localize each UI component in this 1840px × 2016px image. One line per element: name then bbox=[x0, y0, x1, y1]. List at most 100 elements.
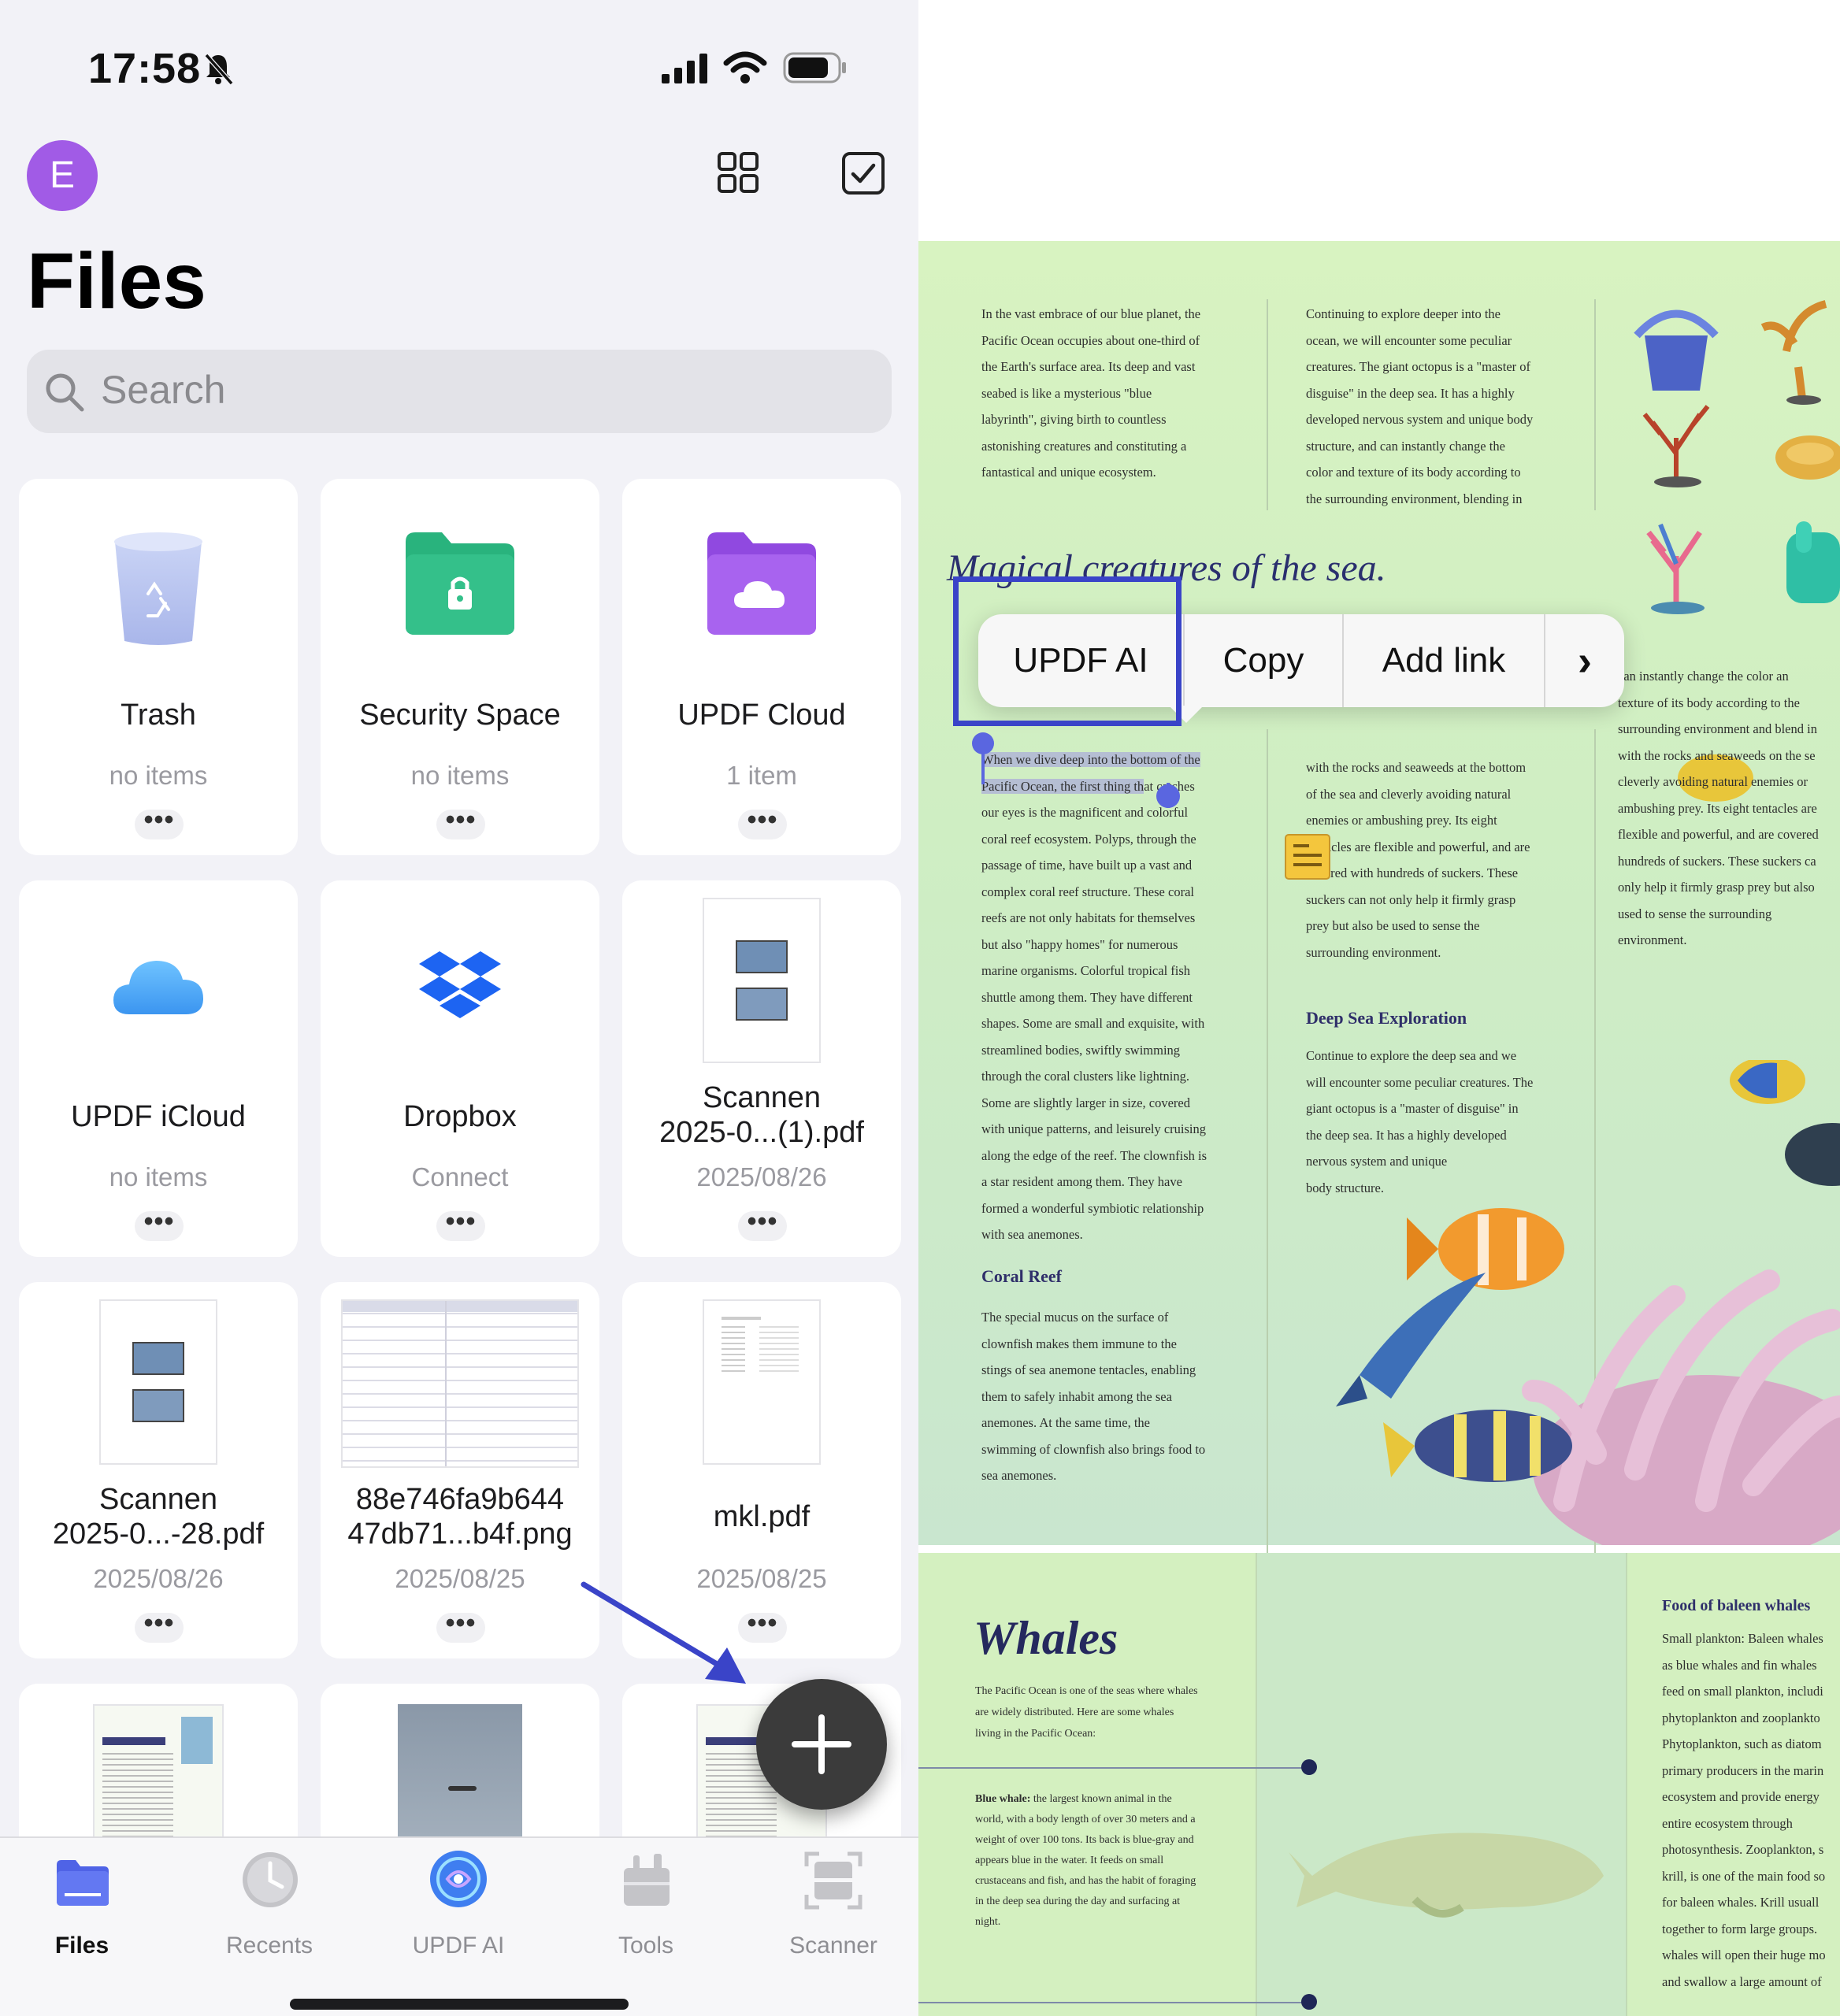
trash-icon bbox=[114, 532, 202, 645]
more-button[interactable]: ••• bbox=[135, 806, 184, 839]
cloud-folder-icon bbox=[707, 532, 816, 635]
file-card-trash[interactable]: Trash no items ••• bbox=[19, 479, 298, 855]
file-card-updf-cloud[interactable]: UPDF Cloud 1 item ••• bbox=[622, 479, 901, 855]
updf-ai-icon bbox=[430, 1851, 487, 1907]
more-button[interactable]: ••• bbox=[436, 806, 485, 839]
anemone-blue bbox=[1634, 309, 1719, 391]
file-card-dropbox[interactable]: Dropbox Connect ••• bbox=[321, 880, 599, 1257]
wifi-icon bbox=[723, 51, 767, 83]
battery-icon bbox=[783, 52, 846, 83]
pdf-page-1: In the vast embrace of our blue planet, … bbox=[918, 241, 1840, 1736]
select-checkbox-icon[interactable] bbox=[841, 151, 885, 195]
pdf-thumbnail bbox=[99, 1299, 217, 1465]
bell-muted-icon bbox=[204, 54, 234, 85]
whales-intro-text: The Pacific Ocean is one of the seas whe… bbox=[975, 1685, 1198, 1740]
more-button[interactable]: ••• bbox=[738, 1208, 787, 1241]
fish-orange bbox=[1407, 1208, 1564, 1290]
file-card-updf-icloud[interactable]: UPDF iCloud no items ••• bbox=[19, 880, 298, 1257]
coral-reef-heading: Coral Reef bbox=[981, 1266, 1063, 1286]
locked-folder-icon bbox=[406, 532, 514, 635]
card-subtitle: 1 item bbox=[726, 761, 797, 790]
selection-handle-start[interactable] bbox=[972, 732, 994, 754]
file-card-scan-1[interactable]: Scannen 2025-0...(1).pdf 2025/08/26 ••• bbox=[622, 880, 901, 1257]
col1-main-text: When we dive deep into the bottom of the… bbox=[981, 752, 1208, 1242]
grid-view-icon[interactable] bbox=[717, 151, 759, 194]
col3-main-text: can instantly change the color an texture… bbox=[1618, 669, 1819, 947]
file-card-png[interactable]: 88e746fa9b644 47db71...b4f.png 2025/08/2… bbox=[321, 1282, 599, 1658]
card-subtitle: 2025/08/25 bbox=[395, 1564, 525, 1593]
whales-title: Whales bbox=[974, 1612, 1118, 1664]
card-title-line2: 2025-0...-28.pdf bbox=[52, 1518, 265, 1551]
card-title: mkl.pdf bbox=[713, 1500, 811, 1533]
sticky-note-icon[interactable] bbox=[1284, 833, 1331, 880]
avatar[interactable]: E bbox=[27, 140, 98, 211]
tab-recents[interactable]: Recents bbox=[191, 1838, 348, 1996]
tab-label: Tools bbox=[618, 1933, 674, 1959]
pdf-page-2: Whales The Pacific Ocean is one of the s… bbox=[918, 1553, 1840, 2016]
selected-text: Pacific Ocean, the first thing th bbox=[981, 778, 1144, 794]
search-input[interactable]: Search bbox=[27, 350, 892, 433]
search-placeholder: Search bbox=[101, 368, 226, 412]
more-button[interactable]: ••• bbox=[436, 1610, 485, 1643]
coral-teal bbox=[1786, 521, 1840, 603]
coral-yellow bbox=[1775, 435, 1840, 480]
context-copy-button[interactable]: Copy bbox=[1185, 614, 1342, 707]
folder-icon bbox=[57, 1860, 109, 1906]
card-subtitle: 2025/08/26 bbox=[93, 1564, 224, 1593]
card-title: Dropbox bbox=[403, 1100, 517, 1133]
fish-yellow-blue bbox=[1730, 1060, 1805, 1104]
col1-top-text: In the vast embrace of our blue planet, … bbox=[981, 306, 1201, 480]
tab-bar: Files Recents UPDF AI Tools Scanner bbox=[0, 1836, 918, 2016]
tab-label: Scanner bbox=[789, 1933, 877, 1959]
reef-fish-illustration bbox=[1336, 1060, 1840, 1545]
tab-label: Files bbox=[54, 1933, 109, 1959]
tab-label: Recents bbox=[225, 1933, 313, 1959]
pdf-thumbnail bbox=[703, 1299, 821, 1465]
coral-orange bbox=[1760, 300, 1827, 405]
arrow-annotation-icon bbox=[581, 1581, 746, 1684]
card-title: Trash bbox=[121, 699, 196, 732]
card-title-line2: 2025-0...(1).pdf bbox=[659, 1116, 864, 1149]
card-subtitle: no items bbox=[410, 761, 510, 790]
card-title-line1: Scannen bbox=[702, 1081, 821, 1114]
search-icon bbox=[46, 373, 84, 412]
fish-dark bbox=[1785, 1123, 1840, 1186]
status-time: 17:58 bbox=[88, 45, 202, 92]
blue-whale-text: Blue whale: the largest known animal in … bbox=[975, 1793, 1196, 1928]
pink-coral bbox=[1522, 1269, 1840, 1545]
tab-label: UPDF AI bbox=[412, 1933, 505, 1959]
card-title-line1: Scannen bbox=[98, 1483, 217, 1516]
context-more-button[interactable]: › bbox=[1545, 614, 1624, 707]
card-title: UPDF Cloud bbox=[677, 699, 846, 732]
baleen-heading: Food of baleen whales bbox=[1662, 1597, 1811, 1614]
selection-caret bbox=[1167, 783, 1170, 808]
context-add-link-button[interactable]: Add link bbox=[1344, 614, 1544, 707]
more-button[interactable]: ••• bbox=[436, 1208, 485, 1241]
signal-icon bbox=[662, 54, 707, 83]
files-app: 17:58 E Files Search Trash no items ••• … bbox=[0, 0, 918, 2016]
add-button[interactable] bbox=[756, 1679, 887, 1810]
tab-tools[interactable]: Tools bbox=[567, 1838, 725, 1996]
whale-illustration bbox=[1289, 1833, 1604, 1918]
pdf-reader: In the vast embrace of our blue planet, … bbox=[918, 0, 1840, 2016]
pdf-thumbnail bbox=[703, 898, 821, 1063]
page-title: Files bbox=[27, 237, 206, 325]
more-button[interactable]: ••• bbox=[135, 1610, 184, 1643]
scanner-icon bbox=[804, 1851, 862, 1910]
coral-pink bbox=[1646, 523, 1705, 614]
tab-files[interactable]: Files bbox=[3, 1838, 161, 1996]
more-button[interactable]: ••• bbox=[135, 1208, 184, 1241]
card-title: UPDF iCloud bbox=[71, 1100, 246, 1133]
file-card-scan-2[interactable]: Scannen 2025-0...-28.pdf 2025/08/26 ••• bbox=[19, 1282, 298, 1658]
tab-updf-ai[interactable]: UPDF AI bbox=[380, 1838, 537, 1996]
selection-caret bbox=[981, 753, 985, 784]
card-title: Security Space bbox=[359, 699, 561, 732]
dropbox-icon bbox=[419, 951, 501, 1018]
card-title-line2: 47db71...b4f.png bbox=[347, 1518, 573, 1551]
fish-striped bbox=[1383, 1410, 1572, 1482]
card-title-line1: 88e746fa9b644 bbox=[355, 1483, 565, 1516]
more-button[interactable]: ••• bbox=[738, 806, 787, 839]
tab-scanner[interactable]: Scanner bbox=[755, 1838, 912, 1996]
card-subtitle: Connect bbox=[411, 1162, 509, 1191]
file-card-security-space[interactable]: Security Space no items ••• bbox=[321, 479, 599, 855]
